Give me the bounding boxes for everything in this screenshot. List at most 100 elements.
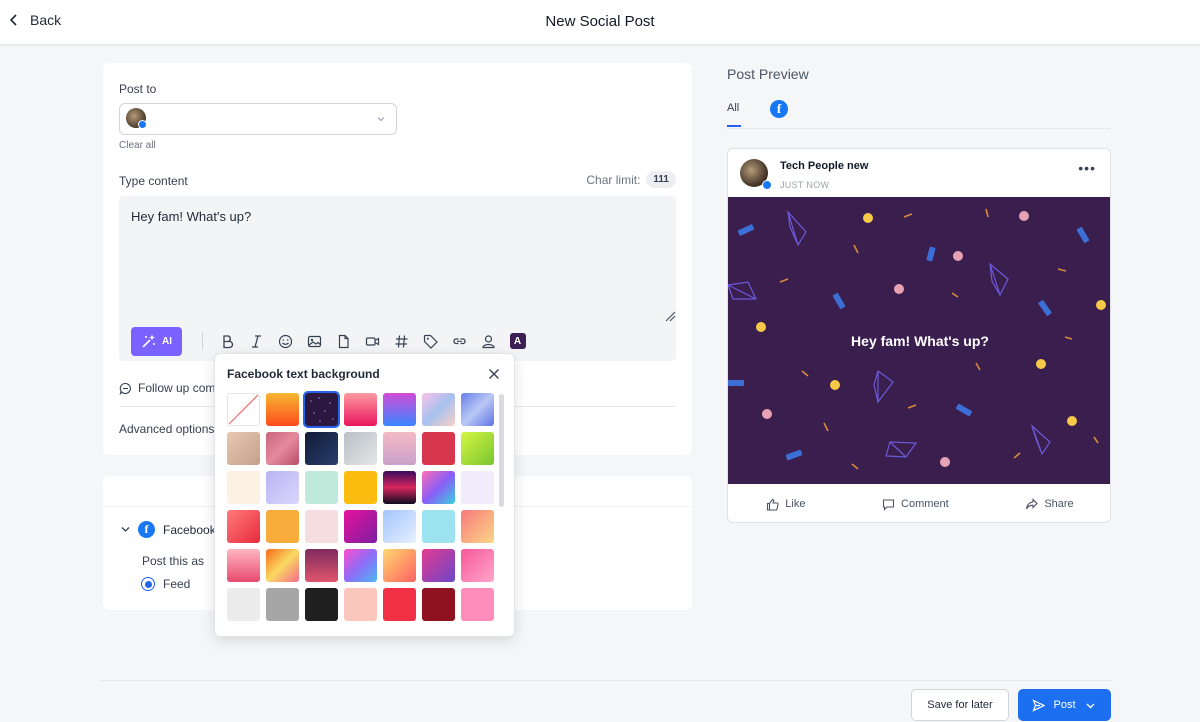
background-swatch[interactable] xyxy=(383,588,416,621)
background-swatch[interactable] xyxy=(227,549,260,582)
background-swatch[interactable] xyxy=(461,432,494,465)
preview-tabs: All f xyxy=(727,99,1111,129)
mention-button[interactable] xyxy=(474,327,503,356)
background-swatch[interactable] xyxy=(422,393,455,426)
post-timestamp: JUST NOW xyxy=(780,180,830,190)
background-swatch[interactable] xyxy=(344,432,377,465)
like-button[interactable]: Like xyxy=(766,498,805,511)
background-swatch[interactable] xyxy=(227,510,260,543)
content-text[interactable]: Hey fam! What's up? xyxy=(131,209,251,224)
background-swatch[interactable] xyxy=(422,549,455,582)
background-swatch[interactable] xyxy=(383,432,416,465)
chevron-down-icon xyxy=(377,117,385,122)
close-icon[interactable] xyxy=(488,368,500,380)
background-swatch[interactable] xyxy=(461,549,494,582)
tag-icon xyxy=(423,334,438,349)
background-swatch[interactable] xyxy=(344,588,377,621)
char-limit-count: 111 xyxy=(646,171,676,188)
char-limit: Char limit: 111 xyxy=(586,171,676,188)
background-swatch[interactable] xyxy=(461,471,494,504)
share-icon xyxy=(1026,497,1039,509)
tab-facebook-icon[interactable]: f xyxy=(770,100,788,118)
background-swatch[interactable] xyxy=(305,549,338,582)
background-swatch[interactable] xyxy=(344,393,377,426)
file-button[interactable] xyxy=(329,327,358,356)
background-swatch[interactable] xyxy=(344,471,377,504)
comment-button[interactable]: Comment xyxy=(882,498,949,511)
share-button[interactable]: Share xyxy=(1025,497,1074,511)
tab-all[interactable]: All xyxy=(727,102,739,114)
bold-button[interactable] xyxy=(213,327,242,356)
background-swatch[interactable] xyxy=(383,549,416,582)
background-swatch[interactable] xyxy=(461,588,494,621)
comment-icon xyxy=(882,498,895,511)
resize-handle-icon[interactable] xyxy=(664,310,676,322)
hashtag-icon xyxy=(395,334,408,348)
background-swatch[interactable] xyxy=(266,393,299,426)
background-swatch[interactable] xyxy=(383,471,416,504)
advanced-options[interactable]: Advanced options xyxy=(119,422,214,436)
text-background-button[interactable]: A xyxy=(503,327,532,356)
content-editor[interactable]: Hey fam! What's up? AI A xyxy=(119,196,676,361)
background-swatch[interactable] xyxy=(461,393,494,426)
post-button[interactable]: Post xyxy=(1018,689,1111,721)
facebook-badge-icon xyxy=(138,120,147,129)
background-swatch[interactable] xyxy=(227,471,260,504)
swatch-none[interactable] xyxy=(227,393,260,426)
feed-radio[interactable]: Feed xyxy=(141,577,190,591)
background-swatch[interactable] xyxy=(422,471,455,504)
background-swatch[interactable] xyxy=(383,510,416,543)
facebook-section-toggle[interactable]: f Facebook xyxy=(121,521,216,538)
background-swatch[interactable] xyxy=(266,432,299,465)
background-swatch[interactable] xyxy=(266,471,299,504)
background-swatch[interactable] xyxy=(303,391,340,428)
background-swatch[interactable] xyxy=(422,432,455,465)
comment-icon xyxy=(119,382,131,395)
italic-button[interactable] xyxy=(242,327,271,356)
background-swatch[interactable] xyxy=(266,510,299,543)
clear-all-link[interactable]: Clear all xyxy=(119,140,156,151)
background-swatch[interactable] xyxy=(266,588,299,621)
background-swatch[interactable] xyxy=(344,549,377,582)
post-background: Hey fam! What's up? xyxy=(728,197,1110,484)
background-swatch[interactable] xyxy=(305,588,338,621)
feed-label: Feed xyxy=(163,577,191,591)
popover-scrollbar[interactable] xyxy=(499,394,504,507)
hashtag-button[interactable] xyxy=(387,327,416,356)
more-options-icon[interactable]: ••• xyxy=(1078,160,1096,176)
background-swatch[interactable] xyxy=(344,510,377,543)
footer-divider xyxy=(100,680,1112,681)
save-for-later-button[interactable]: Save for later xyxy=(911,689,1009,721)
background-swatch[interactable] xyxy=(422,510,455,543)
ai-button[interactable]: AI xyxy=(131,326,182,356)
link-button[interactable] xyxy=(445,327,474,356)
video-button[interactable] xyxy=(358,327,387,356)
smiley-icon xyxy=(278,334,293,348)
background-swatch[interactable] xyxy=(422,588,455,621)
account-selector[interactable] xyxy=(119,103,397,135)
background-swatch[interactable] xyxy=(383,393,416,426)
emoji-button[interactable] xyxy=(271,327,300,356)
background-swatch[interactable] xyxy=(305,432,338,465)
background-swatch[interactable] xyxy=(305,510,338,543)
background-swatch[interactable] xyxy=(305,471,338,504)
video-camera-icon xyxy=(365,336,380,346)
follow-up-comment[interactable]: Follow up com xyxy=(119,381,215,395)
text-background-popover: Facebook text background xyxy=(214,353,515,637)
preview-title: Post Preview xyxy=(727,66,809,82)
background-swatch[interactable] xyxy=(266,549,299,582)
file-icon xyxy=(338,334,349,348)
italic-icon xyxy=(252,334,261,348)
facebook-icon: f xyxy=(138,521,155,538)
background-swatch[interactable] xyxy=(461,510,494,543)
image-button[interactable] xyxy=(300,327,329,356)
top-bar: Back New Social Post xyxy=(0,0,1200,45)
background-swatch[interactable] xyxy=(227,432,260,465)
active-tab-indicator xyxy=(727,125,741,127)
facebook-label: Facebook xyxy=(163,522,216,537)
tag-button[interactable] xyxy=(416,327,445,356)
image-icon xyxy=(307,335,322,347)
share-label: Share xyxy=(1044,498,1074,510)
facebook-post-preview: Tech People new JUST NOW ••• Hey fam! Wh… xyxy=(727,148,1111,523)
background-swatch[interactable] xyxy=(227,588,260,621)
